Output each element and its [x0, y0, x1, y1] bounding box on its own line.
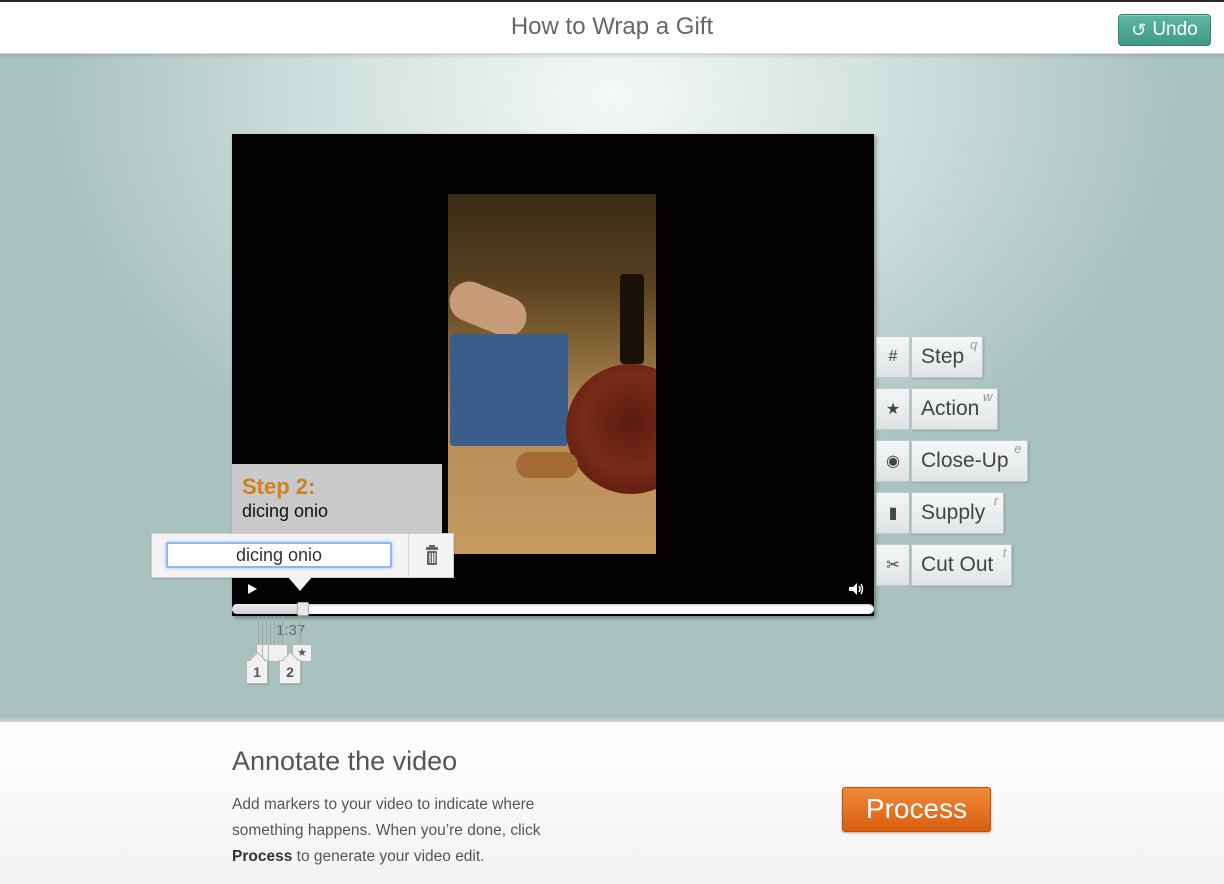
- annotation-text-input[interactable]: [166, 542, 392, 568]
- shortcut-key: w: [982, 389, 993, 404]
- progress-fill: [232, 604, 303, 614]
- tool-step-label[interactable]: Step q: [911, 336, 984, 378]
- scissors-icon: ✂: [876, 544, 909, 586]
- caption-step-number: Step 2:: [242, 474, 316, 499]
- video-scene-bottle: [620, 274, 644, 364]
- undo-button[interactable]: ↺ Undo: [1118, 14, 1211, 46]
- volume-icon[interactable]: [848, 582, 866, 596]
- tool-action[interactable]: ★ Action w: [876, 388, 999, 430]
- undo-icon: ↺: [1131, 20, 1147, 40]
- tool-close-up-label[interactable]: Close-Up e: [911, 440, 1028, 482]
- tool-supply[interactable]: ▮ Supply r: [876, 492, 1005, 534]
- tool-label-text: Step: [921, 345, 965, 368]
- video-scene-spoon: [516, 452, 578, 478]
- shortcut-key: q: [969, 337, 978, 352]
- editor-divider: [408, 534, 409, 577]
- tool-cut-out[interactable]: ✂ Cut Out t: [876, 544, 1013, 586]
- instructions-panel: Annotate the video Add markers to your v…: [0, 722, 1224, 884]
- bag-icon: ▮: [876, 492, 909, 534]
- step-marker-2[interactable]: 2: [279, 660, 301, 684]
- editor-pointer: [288, 577, 312, 591]
- undo-label: Undo: [1152, 19, 1198, 40]
- tool-label-text: Action: [921, 397, 980, 420]
- panel-description: Add markers to your video to indicate wh…: [232, 792, 592, 870]
- desc-text-2: to generate your video edit.: [296, 848, 485, 865]
- shortcut-key: t: [1002, 545, 1007, 560]
- tool-label-text: Cut Out: [921, 553, 994, 576]
- video-scene-arm: [448, 275, 533, 343]
- video-frame: [448, 194, 656, 554]
- tool-label-text: Close-Up: [921, 449, 1009, 472]
- tool-label-text: Supply: [921, 501, 986, 524]
- hash-icon: #: [876, 336, 909, 378]
- annotation-editor: [151, 533, 454, 578]
- step-caption-overlay: Step 2: dicing onio: [232, 464, 442, 534]
- play-icon[interactable]: [245, 582, 259, 596]
- video-scene-board: [450, 334, 568, 446]
- caption-step-text: dicing onio: [242, 501, 329, 521]
- desc-bold: Process: [232, 848, 293, 865]
- step-marker-1[interactable]: 1: [246, 660, 268, 684]
- tool-supply-label[interactable]: Supply r: [911, 492, 1005, 534]
- video-scene-bowl: [566, 364, 656, 494]
- star-icon: ★: [876, 388, 909, 430]
- tool-step[interactable]: # Step q: [876, 336, 984, 378]
- process-button[interactable]: Process: [842, 787, 991, 832]
- star-icon: ★: [297, 647, 307, 659]
- scrub-handle[interactable]: [297, 602, 309, 616]
- page-title: How to Wrap a Gift: [510, 13, 714, 40]
- tool-close-up[interactable]: ◉ Close-Up e: [876, 440, 1028, 482]
- stage-divider: [0, 714, 1224, 722]
- step-marker-label: 2: [286, 664, 294, 680]
- tool-cut-out-label[interactable]: Cut Out t: [911, 544, 1013, 586]
- shortcut-key: e: [1014, 441, 1022, 456]
- shortcut-key: r: [993, 493, 999, 508]
- trash-icon[interactable]: [420, 545, 444, 567]
- eye-icon: ◉: [876, 440, 909, 482]
- panel-title: Annotate the video: [232, 746, 458, 776]
- top-bar: How to Wrap a Gift ↺ Undo: [0, 0, 1224, 54]
- progress-bar[interactable]: [232, 604, 874, 614]
- desc-text-1: Add markers to your video to indicate wh…: [232, 796, 541, 839]
- tool-action-label[interactable]: Action w: [911, 388, 999, 430]
- step-marker-label: 1: [253, 664, 261, 680]
